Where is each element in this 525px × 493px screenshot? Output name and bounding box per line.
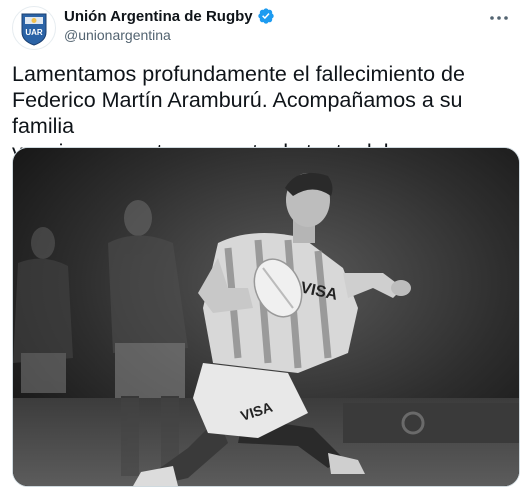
uar-logo-icon: UAR	[21, 13, 47, 46]
more-options-icon[interactable]	[487, 8, 511, 28]
user-handle[interactable]: @unionargentina	[64, 27, 275, 43]
verified-badge-icon	[257, 7, 275, 25]
display-name[interactable]: Unión Argentina de Rugby	[64, 8, 253, 25]
name-row: Unión Argentina de Rugby	[64, 6, 275, 26]
tweet-header: Unión Argentina de Rugby @unionargentina	[64, 6, 275, 43]
avatar-label: UAR	[25, 28, 43, 37]
avatar[interactable]: UAR	[12, 6, 56, 50]
tweet-photo[interactable]: VISA VISA	[12, 147, 520, 487]
tweet[interactable]: UAR Unión Argentina de Rugby @unionargen…	[0, 0, 525, 493]
